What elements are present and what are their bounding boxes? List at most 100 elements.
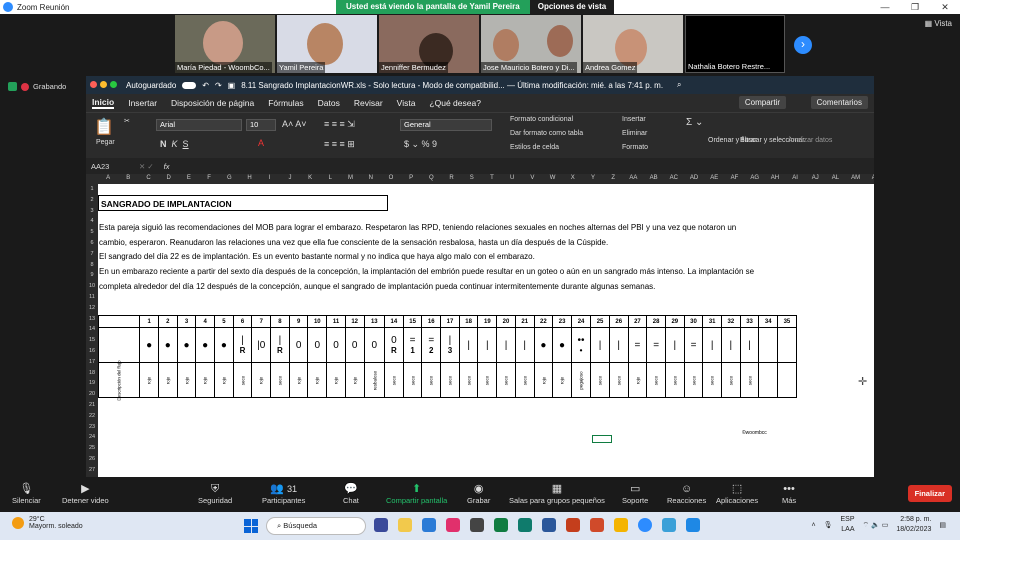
column-header[interactable]: H bbox=[239, 175, 259, 181]
column-header[interactable]: E bbox=[179, 175, 199, 181]
row-label-cell[interactable]: Descripción del flujo bbox=[97, 360, 141, 400]
row-header[interactable]: 27 bbox=[86, 467, 98, 473]
column-header[interactable]: AI bbox=[785, 175, 805, 181]
row-header[interactable]: 16 bbox=[86, 348, 98, 354]
word-icon[interactable] bbox=[542, 518, 556, 532]
weather-widget[interactable]: 29°C Mayorm. soleado bbox=[12, 516, 83, 530]
view-options-button[interactable]: Opciones de vista bbox=[529, 0, 615, 14]
save-icon[interactable]: ▣ bbox=[228, 81, 236, 90]
day-number-cell[interactable]: 2 bbox=[157, 315, 178, 328]
symbol-cell[interactable]: 0 bbox=[363, 327, 386, 363]
table-format-button[interactable]: Dar formato como tabla bbox=[510, 130, 583, 137]
powerpoint-icon[interactable] bbox=[566, 518, 580, 532]
app-icon[interactable] bbox=[662, 518, 676, 532]
start-icon[interactable] bbox=[244, 519, 258, 533]
label-cell[interactable] bbox=[758, 362, 779, 398]
day-number-cell[interactable]: 34 bbox=[758, 315, 779, 328]
language-indicator[interactable]: ESP LAA bbox=[841, 515, 855, 535]
label-cell[interactable]: rojo bbox=[288, 362, 309, 398]
column-header[interactable]: K bbox=[300, 175, 320, 181]
label-cell[interactable]: seco bbox=[477, 362, 498, 398]
label-cell[interactable]: pegajoso bbox=[570, 362, 592, 398]
label-cell[interactable]: rojo bbox=[326, 362, 346, 398]
row-header[interactable]: 6 bbox=[86, 240, 98, 246]
row-header[interactable]: 5 bbox=[86, 229, 98, 235]
align-icons[interactable]: ≡ ≡ ≡ ⇲ bbox=[324, 119, 355, 130]
day-number-cell[interactable]: 22 bbox=[533, 315, 554, 328]
day-number-cell[interactable]: 13 bbox=[363, 315, 386, 328]
row-header[interactable]: 4 bbox=[86, 218, 98, 224]
paste-icon[interactable]: 📋 bbox=[94, 117, 114, 137]
row-header[interactable]: 1 bbox=[86, 186, 98, 192]
symbol-cell[interactable]: ● bbox=[552, 327, 572, 363]
taskbar-search[interactable]: ⌕ Búsqueda bbox=[266, 517, 366, 535]
column-header[interactable]: V bbox=[522, 175, 542, 181]
symbol-cell[interactable]: | bbox=[458, 327, 479, 363]
column-header[interactable]: AG bbox=[745, 175, 765, 181]
row-header[interactable]: 15 bbox=[86, 337, 98, 343]
column-header[interactable]: AD bbox=[684, 175, 704, 181]
symbol-cell[interactable]: = bbox=[683, 327, 704, 363]
clock[interactable]: 2:58 p. m. 18/02/2023 bbox=[896, 515, 931, 535]
symbol-cell[interactable]: | bbox=[702, 327, 723, 363]
day-number-cell[interactable]: 19 bbox=[477, 315, 498, 328]
day-number-cell[interactable]: 14 bbox=[384, 315, 404, 328]
day-number-cell[interactable]: 18 bbox=[458, 315, 479, 328]
chat-button[interactable]: 💬 Chat bbox=[343, 482, 359, 505]
day-number-cell[interactable]: 3 bbox=[176, 315, 197, 328]
row-header[interactable]: 19 bbox=[86, 380, 98, 386]
symbol-cell[interactable]: 0R bbox=[384, 327, 404, 363]
column-header[interactable]: B bbox=[118, 175, 138, 181]
label-cell[interactable]: rojo bbox=[533, 362, 554, 398]
day-number-cell[interactable]: 35 bbox=[777, 315, 797, 328]
column-header[interactable]: U bbox=[502, 175, 522, 181]
row-header[interactable]: 12 bbox=[86, 305, 98, 311]
wifi-icon[interactable]: ⌔ 🔈 ▭ bbox=[863, 521, 889, 530]
participant-tile[interactable]: Yamil Pereira bbox=[277, 15, 377, 73]
column-header[interactable]: T bbox=[482, 175, 502, 181]
autosave-toggle[interactable] bbox=[182, 81, 197, 89]
day-number-cell[interactable]: 20 bbox=[496, 315, 516, 328]
tab-disposicion[interactable]: Disposición de página bbox=[171, 98, 254, 108]
row-header[interactable]: 23 bbox=[86, 424, 98, 430]
column-header[interactable]: O bbox=[381, 175, 401, 181]
symbol-cell[interactable]: = 1 bbox=[402, 327, 423, 363]
label-cell[interactable]: seco bbox=[739, 362, 760, 398]
participant-tile[interactable]: Andrea Gomez bbox=[583, 15, 683, 73]
symbol-cell[interactable]: ● bbox=[533, 327, 554, 363]
day-number-cell[interactable]: 8 bbox=[270, 315, 290, 328]
column-header[interactable]: Y bbox=[583, 175, 603, 181]
autosum-icon[interactable]: Σ ⌄ bbox=[686, 117, 703, 128]
label-cell[interactable]: rojo bbox=[552, 362, 572, 398]
symbol-cell[interactable]: |0 bbox=[251, 327, 272, 363]
app-icon[interactable] bbox=[590, 518, 604, 532]
symbol-cell[interactable]: | bbox=[496, 327, 516, 363]
row-label-cell[interactable] bbox=[97, 327, 141, 363]
day-number-cell[interactable]: 26 bbox=[608, 315, 629, 328]
tab-inicio[interactable]: Inicio bbox=[92, 97, 115, 109]
label-cell[interactable]: seco bbox=[402, 362, 423, 398]
tab-revisar[interactable]: Revisar bbox=[354, 98, 383, 108]
row-header[interactable]: 17 bbox=[86, 359, 98, 365]
delete-cells-button[interactable]: Eliminar bbox=[622, 130, 647, 137]
label-cell[interactable]: rojo bbox=[176, 362, 197, 398]
column-header[interactable]: J bbox=[280, 175, 300, 181]
column-header[interactable]: F bbox=[199, 175, 219, 181]
column-header[interactable]: D bbox=[159, 175, 179, 181]
reactions-button[interactable]: ☺ Reacciones bbox=[667, 482, 706, 505]
symbol-cell[interactable]: | 3 bbox=[440, 327, 460, 363]
day-number-cell[interactable]: 32 bbox=[721, 315, 741, 328]
row-header[interactable]: 25 bbox=[86, 445, 98, 451]
row-header[interactable]: 8 bbox=[86, 262, 98, 268]
symbol-cell[interactable]: | bbox=[477, 327, 498, 363]
close-icon[interactable]: ✕ bbox=[930, 0, 960, 14]
label-cell[interactable]: seco bbox=[514, 362, 535, 398]
symbol-cell[interactable]: = bbox=[627, 327, 648, 363]
label-cell[interactable]: seco bbox=[646, 362, 666, 398]
tab-datos[interactable]: Datos bbox=[318, 98, 340, 108]
symbol-cell[interactable]: 0 bbox=[307, 327, 328, 363]
label-cell[interactable]: seco bbox=[664, 362, 685, 398]
day-number-cell[interactable]: 27 bbox=[627, 315, 648, 328]
day-number-cell[interactable]: 21 bbox=[514, 315, 535, 328]
label-cell[interactable]: seco bbox=[421, 362, 442, 398]
